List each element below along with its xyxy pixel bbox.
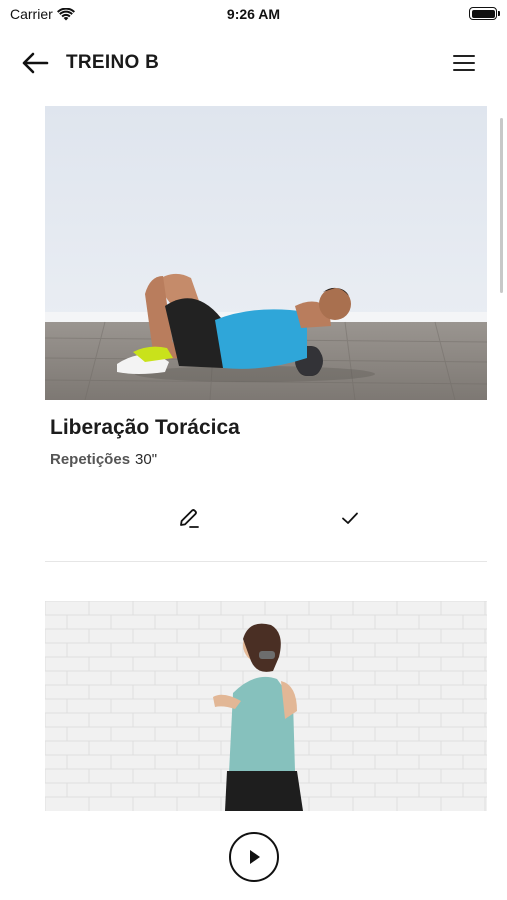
exercise-reps: Repetições 30" (50, 451, 157, 468)
arrow-left-icon (22, 52, 49, 74)
reps-value: 30" (135, 451, 158, 468)
checkmark-icon (342, 512, 358, 524)
page-title: TREINO B (66, 52, 160, 73)
scrollbar[interactable] (500, 118, 504, 293)
man-foam-roller-photo (45, 106, 487, 400)
pencil-icon (180, 509, 199, 528)
app-header: TREINO B (0, 40, 507, 86)
scrollbar-thumb[interactable] (500, 118, 503, 293)
mark-done-button[interactable] (336, 504, 364, 532)
exercise-image-2 (45, 601, 487, 811)
exercise-image-liberacao-toracica (45, 106, 487, 400)
exercise-title: Liberação Torácica (50, 416, 240, 439)
battery-level (471, 9, 495, 18)
edit-exercise-button[interactable] (174, 504, 204, 532)
status-time: 9:26 AM (226, 6, 281, 22)
menu-button[interactable] (449, 50, 479, 76)
card-divider (45, 561, 487, 562)
play-icon (250, 850, 260, 864)
battery-icon (469, 7, 500, 20)
reps-label: Repetições (50, 451, 131, 468)
play-video-button[interactable] (229, 832, 279, 882)
back-button[interactable] (18, 48, 52, 78)
hamburger-menu-icon (453, 55, 475, 71)
woman-exercise-photo (45, 601, 487, 811)
status-bar: Carrier 9:26 AM (0, 0, 507, 28)
